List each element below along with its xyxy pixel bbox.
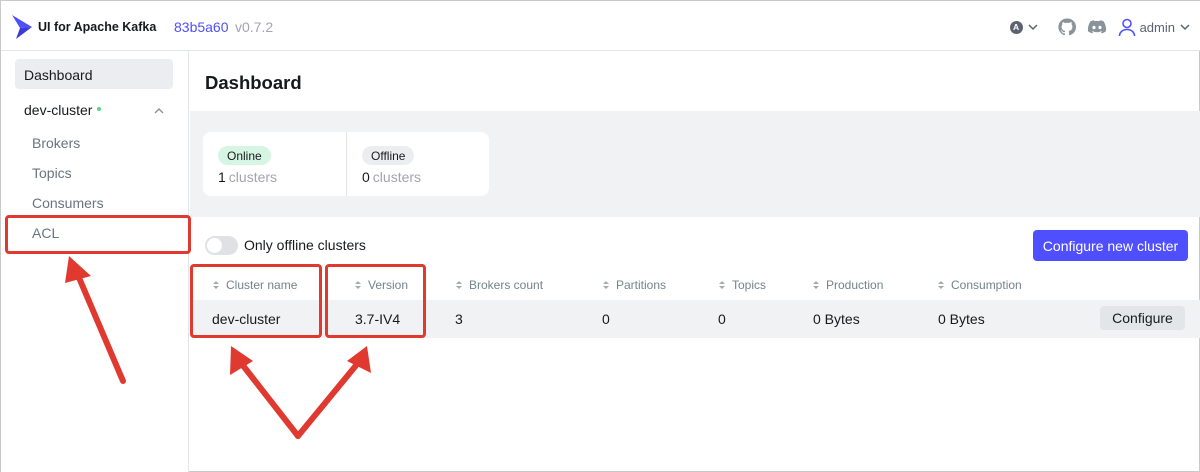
column-header-label: Topics <box>732 278 767 292</box>
top-navbar: UI for Apache Kafka 83b5a60 v0.7.2 A adm… <box>1 1 1200 51</box>
sidebar-item-dashboard[interactable]: Dashboard <box>15 59 173 89</box>
discord-icon[interactable] <box>1087 17 1107 37</box>
offline-stat: Offline 0 clusters <box>347 132 490 196</box>
annotation-box-version <box>325 264 426 338</box>
sort-icon <box>938 281 944 289</box>
cell-consumption: 0 Bytes <box>938 311 985 327</box>
cell-partitions: 0 <box>602 311 610 327</box>
column-header-label: Production <box>826 278 884 292</box>
sort-icon <box>813 281 819 289</box>
navbar-actions: A admin <box>1009 15 1191 39</box>
cell-topics: 0 <box>718 311 726 327</box>
sidebar-item-consumers[interactable]: Consumers <box>32 195 104 211</box>
cell-production: 0 Bytes <box>813 311 860 327</box>
offline-tag: Offline <box>362 146 415 165</box>
toggle-knob <box>207 238 222 253</box>
cluster-stats-section: Online 1 clusters Offline 0 clusters <box>190 111 1200 217</box>
column-header-label: Consumption <box>951 278 1022 292</box>
cluster-online-status-dot <box>97 107 102 111</box>
column-header-consumption[interactable]: Consumption <box>937 278 1022 292</box>
kafka-ui-logo-icon[interactable] <box>11 14 33 40</box>
column-header-label: Brokers count <box>469 278 544 292</box>
offline-count-unit: clusters <box>372 169 422 185</box>
configure-new-cluster-button[interactable]: Configure new cluster <box>1033 230 1188 261</box>
app-window: UI for Apache Kafka 83b5a60 v0.7.2 A adm… <box>0 0 1200 472</box>
theme-selector[interactable]: A <box>1009 20 1039 34</box>
sidebar: Dashboard dev-cluster Brokers Topics Con… <box>1 51 189 472</box>
online-count: 1 <box>218 169 226 185</box>
user-menu[interactable]: admin <box>1117 17 1191 37</box>
column-header-label: Partitions <box>616 278 667 292</box>
chevron-down-icon <box>1028 24 1038 31</box>
chevron-up-icon[interactable] <box>153 105 165 117</box>
annotation-box-cluster-name <box>190 264 322 338</box>
page-title: Dashboard <box>205 72 302 93</box>
column-header-topics[interactable]: Topics <box>718 278 766 292</box>
sidebar-cluster-name: dev-cluster <box>24 102 93 118</box>
version-hash-link[interactable]: 83b5a60 <box>174 19 229 35</box>
user-icon <box>1118 18 1135 37</box>
column-header-partitions[interactable]: Partitions <box>602 278 666 292</box>
only-offline-toggle[interactable] <box>205 236 238 255</box>
sort-icon <box>603 281 609 289</box>
online-count-line: 1 clusters <box>218 169 277 185</box>
sidebar-cluster-toggle[interactable]: dev-cluster <box>24 102 102 118</box>
sidebar-item-topics[interactable]: Topics <box>32 165 72 181</box>
online-count-unit: clusters <box>228 169 278 185</box>
cell-brokers-count: 3 <box>455 311 463 327</box>
online-tag: Online <box>218 146 271 165</box>
sidebar-item-brokers[interactable]: Brokers <box>32 135 80 151</box>
main-content: Dashboard Online 1 clusters Offline 0 clus… <box>190 51 1200 472</box>
offline-count: 0 <box>362 169 370 185</box>
version-number: v0.7.2 <box>235 19 274 35</box>
sort-icon <box>456 281 462 289</box>
online-stat: Online 1 clusters <box>203 132 346 196</box>
theme-auto-icon: A <box>1009 20 1023 34</box>
username: admin <box>1139 19 1175 35</box>
chevron-down-icon <box>1180 24 1190 31</box>
column-header-brokers-count[interactable]: Brokers count <box>455 278 543 292</box>
only-offline-label: Only offline clusters <box>244 237 366 253</box>
cluster-stats-card: Online 1 clusters Offline 0 clusters <box>203 132 489 196</box>
sort-icon <box>719 281 725 289</box>
configure-cluster-button[interactable]: Configure <box>1100 306 1185 330</box>
offline-count-line: 0 clusters <box>362 169 421 185</box>
github-icon[interactable] <box>1057 17 1077 37</box>
annotation-box-acl <box>5 215 191 254</box>
column-header-production[interactable]: Production <box>812 278 883 292</box>
app-title[interactable]: UI for Apache Kafka <box>38 20 156 34</box>
